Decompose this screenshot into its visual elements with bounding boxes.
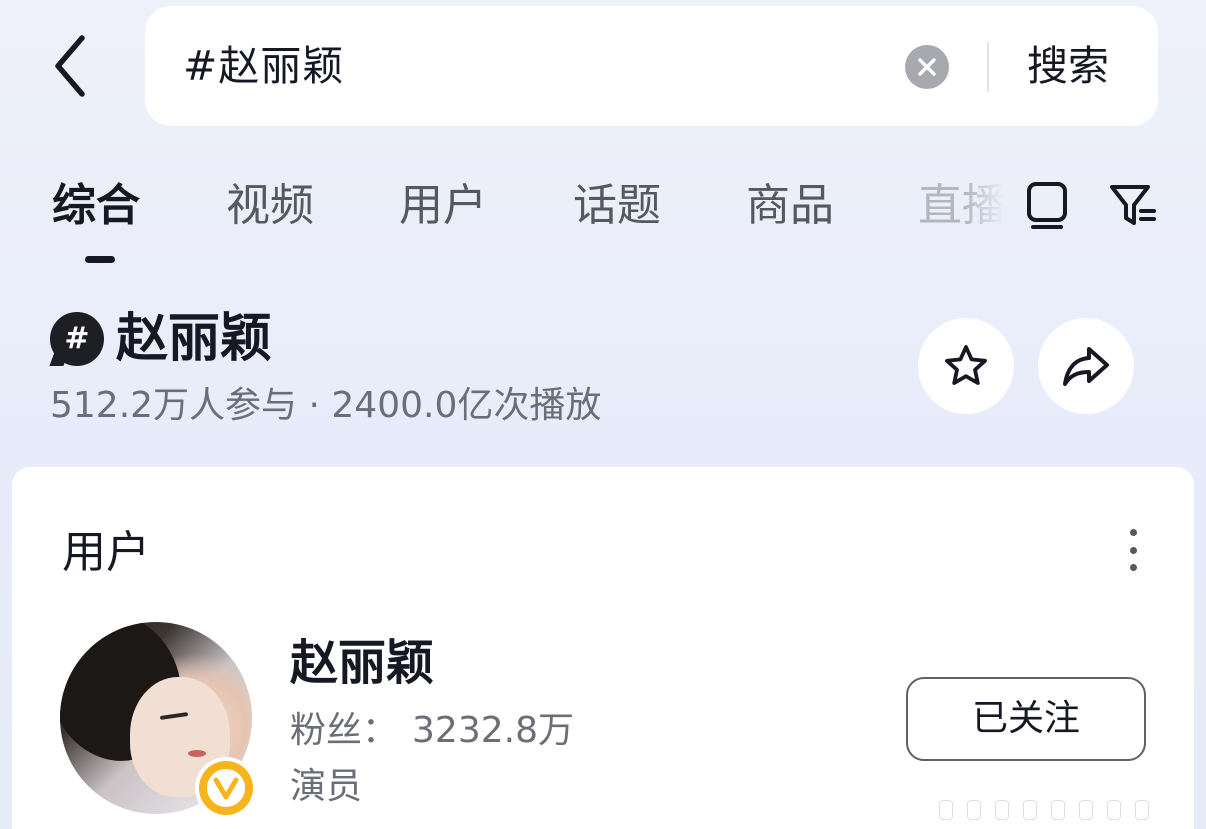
fans-count: 3232.8万: [412, 710, 574, 751]
tab-users[interactable]: 用户: [399, 178, 487, 234]
search-results-page: #赵丽颖 搜索 综合 视频 用户 话题 商品 直播 # 赵丽颖 512.2万人参…: [0, 0, 1206, 829]
tab-live[interactable]: 直播: [918, 178, 1004, 234]
user-role: 演员: [290, 766, 363, 807]
hashtag-symbol: #: [64, 321, 90, 356]
chevron-left-icon: [55, 35, 85, 97]
section-title: 用户: [62, 527, 150, 578]
clear-search-button[interactable]: [905, 45, 949, 89]
hashtag-icon: #: [50, 312, 104, 366]
verified-v-icon: [213, 777, 239, 800]
user-fans: 粉丝： 3232.8万: [290, 707, 574, 755]
topic-header: # 赵丽颖: [50, 306, 272, 372]
share-topic-button[interactable]: [1038, 318, 1134, 414]
user-name[interactable]: 赵丽颖: [290, 633, 434, 693]
collection-icon: [1027, 182, 1067, 229]
verified-badge: [195, 757, 257, 819]
share-icon: [1063, 347, 1109, 386]
topic-title[interactable]: 赵丽颖: [116, 306, 272, 372]
search-divider: [987, 42, 989, 92]
tab-comprehensive[interactable]: 综合: [52, 178, 140, 234]
tab-products[interactable]: 商品: [746, 178, 834, 234]
tab-video[interactable]: 视频: [226, 178, 314, 234]
collection-button[interactable]: [1022, 178, 1072, 234]
star-icon: [945, 345, 987, 385]
filter-icon: [1110, 185, 1156, 225]
fans-label: 粉丝：: [290, 710, 399, 751]
topic-stats: 512.2万人参与 · 2400.0亿次播放: [50, 385, 602, 426]
active-tab-indicator: [85, 256, 115, 263]
home-indicator: [940, 800, 1200, 820]
more-vertical-icon: [1129, 529, 1137, 571]
search-input[interactable]: #赵丽颖: [183, 40, 344, 92]
filter-button[interactable]: [1108, 178, 1158, 234]
search-submit-button[interactable]: 搜索: [1027, 40, 1109, 92]
user-result-card: 用户 赵丽颖 粉丝： 3232.8万 演员 已关注: [12, 467, 1194, 829]
search-bar: #赵丽颖 搜索: [145, 6, 1158, 126]
more-options-button[interactable]: [1118, 529, 1148, 579]
tab-topics[interactable]: 话题: [573, 178, 661, 234]
back-button[interactable]: [40, 30, 100, 102]
favorite-topic-button[interactable]: [918, 318, 1014, 414]
result-tabs: 综合 视频 用户 话题 商品 直播: [0, 170, 1206, 270]
clear-icon: [918, 58, 936, 76]
follow-button[interactable]: 已关注: [906, 677, 1146, 761]
